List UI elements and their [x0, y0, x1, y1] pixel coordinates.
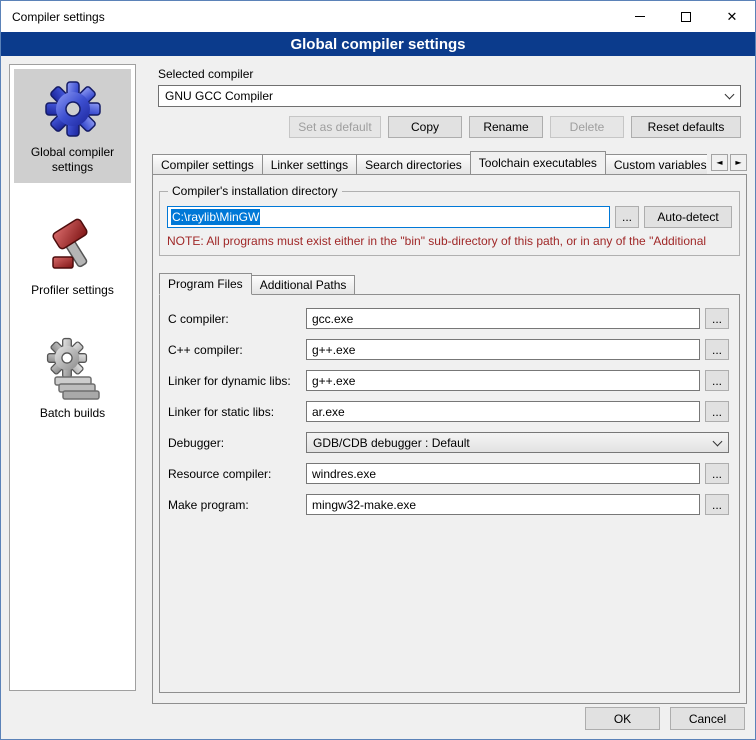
reset-defaults-button[interactable]: Reset defaults	[631, 116, 741, 138]
dialog-header: Global compiler settings	[1, 32, 755, 56]
subtab-program-files[interactable]: Program Files	[159, 273, 252, 295]
tab-arrows: ◄ ►	[711, 154, 747, 171]
window-controls: ✕	[617, 1, 755, 32]
debugger-row: Debugger:GDB/CDB debugger : Default	[168, 432, 729, 453]
debugger-select[interactable]: GDB/CDB debugger : Default	[306, 432, 729, 453]
close-icon: ✕	[727, 10, 738, 23]
make-program-row: Make program:...	[168, 494, 729, 515]
main-panel: Selected compiler GNU GCC Compiler Set a…	[152, 64, 747, 704]
toolchain-tabstrip: Compiler settingsLinker settingsSearch d…	[152, 150, 747, 174]
chevron-down-icon	[706, 438, 728, 448]
scroll-right-icon: ►	[735, 158, 741, 167]
linker-for-dynamic-libs-row: Linker for dynamic libs:...	[168, 370, 729, 391]
minimize-button[interactable]	[617, 1, 663, 32]
set-as-default-button: Set as default	[289, 116, 381, 138]
copy-button[interactable]: Copy	[388, 116, 462, 138]
sidebar-item-global-compiler-settings[interactable]: Global compiler settings	[14, 69, 131, 183]
sidebar: Global compiler settings Profiler settin…	[9, 64, 136, 691]
titlebar: Compiler settings ✕	[1, 1, 755, 32]
tab-scroll-left-button[interactable]: ◄	[711, 154, 728, 171]
dialog-header-title: Global compiler settings	[290, 36, 465, 53]
tab-linker-settings[interactable]: Linker settings	[262, 154, 357, 174]
selected-compiler-label: Selected compiler	[158, 67, 741, 81]
delete-button: Delete	[550, 116, 624, 138]
scroll-left-icon: ◄	[716, 158, 722, 167]
debugger-select-value: GDB/CDB debugger : Default	[307, 436, 706, 450]
footer: OK Cancel	[585, 707, 745, 730]
linker-for-dynamic-libs-input[interactable]	[306, 370, 700, 391]
close-button[interactable]: ✕	[709, 1, 755, 32]
linker-for-static-libs-browse-button[interactable]: ...	[705, 401, 729, 422]
installation-directory-group-title: Compiler's installation directory	[168, 184, 342, 198]
sidebar-item-profiler-settings[interactable]: Profiler settings	[14, 203, 131, 306]
toolchain-executables-panel: Compiler's installation directory C:\ray…	[152, 174, 747, 704]
program-files-panel: C compiler:...C++ compiler:...Linker for…	[159, 294, 740, 693]
compiler-select-value: GNU GCC Compiler	[159, 89, 718, 103]
note-text: NOTE: All programs must exist either in …	[167, 234, 732, 248]
resource-compiler-label: Resource compiler:	[168, 467, 306, 481]
cancel-button[interactable]: Cancel	[670, 707, 745, 730]
linker-for-static-libs-row: Linker for static libs:...	[168, 401, 729, 422]
tab-custom-variables[interactable]: Custom variables	[605, 154, 707, 174]
installation-path-input[interactable]: C:\raylib\MinGW	[167, 206, 610, 228]
c-compiler-browse-button[interactable]: ...	[705, 308, 729, 329]
c-compiler-label: C++ compiler:	[168, 343, 306, 357]
program-subtabs: Program FilesAdditional Paths	[159, 272, 740, 294]
c-compiler-input[interactable]	[306, 308, 700, 329]
c-compiler-row: C compiler:...	[168, 308, 729, 329]
subtab-additional-paths[interactable]: Additional Paths	[251, 275, 356, 294]
c-compiler-input[interactable]	[306, 339, 700, 360]
sidebar-item-label: Global compiler settings	[16, 145, 129, 175]
compiler-gear-icon	[41, 79, 105, 139]
chevron-down-icon	[718, 91, 740, 101]
rename-button[interactable]: Rename	[469, 116, 543, 138]
installation-directory-group: Compiler's installation directory C:\ray…	[159, 191, 740, 256]
profiler-icon	[41, 213, 105, 277]
installation-path-value: C:\raylib\MinGW	[171, 209, 260, 225]
tab-compiler-settings[interactable]: Compiler settings	[152, 154, 263, 174]
resource-compiler-browse-button[interactable]: ...	[705, 463, 729, 484]
browse-directory-button[interactable]: ...	[615, 206, 639, 228]
c-compiler-row: C++ compiler:...	[168, 339, 729, 360]
sidebar-item-label: Profiler settings	[31, 283, 114, 298]
compiler-select[interactable]: GNU GCC Compiler	[158, 85, 741, 107]
debugger-label: Debugger:	[168, 436, 306, 450]
linker-for-dynamic-libs-browse-button[interactable]: ...	[705, 370, 729, 391]
maximize-icon	[681, 12, 691, 22]
maximize-button[interactable]	[663, 1, 709, 32]
program-rows: C compiler:...C++ compiler:...Linker for…	[168, 308, 729, 515]
linker-for-static-libs-input[interactable]	[306, 401, 700, 422]
toolchain-tabs: Compiler settingsLinker settingsSearch d…	[152, 151, 707, 174]
resource-compiler-input[interactable]	[306, 463, 700, 484]
sidebar-item-batch-builds[interactable]: Batch builds	[14, 326, 131, 429]
sidebar-item-label: Batch builds	[40, 406, 105, 421]
minimize-icon	[635, 16, 645, 17]
batch-builds-icon	[41, 336, 105, 400]
tab-search-directories[interactable]: Search directories	[356, 154, 471, 174]
tab-scroll-right-button[interactable]: ►	[730, 154, 747, 171]
make-program-input[interactable]	[306, 494, 700, 515]
window-title: Compiler settings	[1, 10, 617, 24]
linker-for-static-libs-label: Linker for static libs:	[168, 405, 306, 419]
linker-for-dynamic-libs-label: Linker for dynamic libs:	[168, 374, 306, 388]
tab-toolchain-executables[interactable]: Toolchain executables	[470, 151, 606, 174]
c-compiler-label: C compiler:	[168, 312, 306, 326]
make-program-browse-button[interactable]: ...	[705, 494, 729, 515]
ok-button[interactable]: OK	[585, 707, 660, 730]
compiler-actions: Set as default Copy Rename Delete Reset defa…	[158, 116, 741, 138]
auto-detect-button[interactable]: Auto-detect	[644, 206, 732, 228]
resource-compiler-row: Resource compiler:...	[168, 463, 729, 484]
c-compiler-browse-button[interactable]: ...	[705, 339, 729, 360]
make-program-label: Make program:	[168, 498, 306, 512]
installation-directory-row: C:\raylib\MinGW ... Auto-detect	[167, 206, 732, 228]
